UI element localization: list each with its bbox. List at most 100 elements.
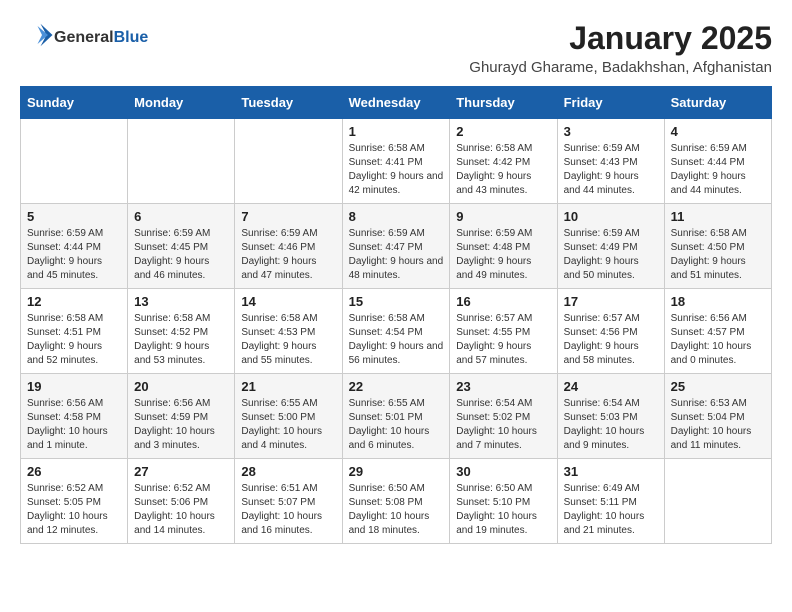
day-info: Sunrise: 6:56 AM Sunset: 4:58 PM Dayligh… xyxy=(27,397,121,453)
calendar-cell: 3 Sunrise: 6:59 AM Sunset: 4:43 PM Daylig… xyxy=(557,119,664,204)
calendar-cell: 7Sunrise: 6:59 AM Sunset: 4:46 PM Daylig… xyxy=(235,204,342,289)
day-number: 2 xyxy=(456,124,550,139)
day-of-week-tuesday: Tuesday xyxy=(235,87,342,119)
calendar-cell: 30 Sunrise: 6:50 AM Sunset: 5:10 PM Dayli… xyxy=(450,459,557,544)
calendar-cell: 19 Sunrise: 6:56 AM Sunset: 4:58 PM Dayli… xyxy=(21,374,128,459)
day-info: Sunrise: 6:59 AM Sunset: 4:43 PM Dayligh… xyxy=(564,142,658,198)
calendar-cell: 16Sunrise: 6:57 AM Sunset: 4:55 PM Dayli… xyxy=(450,289,557,374)
calendar-subtitle: Ghurayd Gharame, Badakhshan, Afghanistan xyxy=(469,59,772,76)
day-info: Sunrise: 6:58 AM Sunset: 4:53 PM Dayligh… xyxy=(241,312,335,368)
day-of-week-saturday: Saturday xyxy=(664,87,771,119)
logo-general-text: GeneralBlue xyxy=(54,29,148,47)
day-info: Sunrise: 6:57 AM Sunset: 4:55 PM Dayligh… xyxy=(456,312,550,368)
day-number: 15 xyxy=(349,294,444,309)
day-number: 28 xyxy=(241,464,335,479)
day-number: 11 xyxy=(671,209,765,224)
day-info: Sunrise: 6:52 AM Sunset: 5:06 PM Dayligh… xyxy=(134,482,228,538)
day-info: Sunrise: 6:50 AM Sunset: 5:08 PM Dayligh… xyxy=(349,482,444,538)
day-of-week-wednesday: Wednesday xyxy=(342,87,450,119)
day-info: Sunrise: 6:59 AM Sunset: 4:44 PM Dayligh… xyxy=(671,142,765,198)
day-number: 10 xyxy=(564,209,658,224)
day-info: Sunrise: 6:55 AM Sunset: 5:00 PM Dayligh… xyxy=(241,397,335,453)
calendar-cell: 8Sunrise: 6:59 AM Sunset: 4:47 PM Daylig… xyxy=(342,204,450,289)
day-number: 22 xyxy=(349,379,444,394)
day-info: Sunrise: 6:51 AM Sunset: 5:07 PM Dayligh… xyxy=(241,482,335,538)
day-number: 17 xyxy=(564,294,658,309)
calendar-cell xyxy=(664,459,771,544)
calendar-title: January 2025 xyxy=(469,20,772,57)
day-number: 30 xyxy=(456,464,550,479)
day-info: Sunrise: 6:58 AM Sunset: 4:41 PM Dayligh… xyxy=(349,142,444,198)
day-info: Sunrise: 6:55 AM Sunset: 5:01 PM Dayligh… xyxy=(349,397,444,453)
calendar-cell: 28 Sunrise: 6:51 AM Sunset: 5:07 PM Dayli… xyxy=(235,459,342,544)
day-info: Sunrise: 6:50 AM Sunset: 5:10 PM Dayligh… xyxy=(456,482,550,538)
page-header: GeneralBlue January 2025 Ghurayd Gharame… xyxy=(20,20,772,76)
day-number: 19 xyxy=(27,379,121,394)
day-info: Sunrise: 6:58 AM Sunset: 4:51 PM Dayligh… xyxy=(27,312,121,368)
calendar-cell: 22 Sunrise: 6:55 AM Sunset: 5:01 PM Dayli… xyxy=(342,374,450,459)
day-of-week-monday: Monday xyxy=(128,87,235,119)
day-number: 21 xyxy=(241,379,335,394)
calendar-cell: 18Sunrise: 6:56 AM Sunset: 4:57 PM Dayli… xyxy=(664,289,771,374)
logo: GeneralBlue xyxy=(20,20,148,55)
day-number: 26 xyxy=(27,464,121,479)
day-info: Sunrise: 6:57 AM Sunset: 4:56 PM Dayligh… xyxy=(564,312,658,368)
calendar-cell: 13Sunrise: 6:58 AM Sunset: 4:52 PM Dayli… xyxy=(128,289,235,374)
day-of-week-thursday: Thursday xyxy=(450,87,557,119)
day-number: 24 xyxy=(564,379,658,394)
day-info: Sunrise: 6:56 AM Sunset: 4:57 PM Dayligh… xyxy=(671,312,765,368)
day-info: Sunrise: 6:54 AM Sunset: 5:03 PM Dayligh… xyxy=(564,397,658,453)
day-of-week-sunday: Sunday xyxy=(21,87,128,119)
day-info: Sunrise: 6:59 AM Sunset: 4:48 PM Dayligh… xyxy=(456,227,550,283)
calendar-cell: 26 Sunrise: 6:52 AM Sunset: 5:05 PM Dayli… xyxy=(21,459,128,544)
day-number: 31 xyxy=(564,464,658,479)
day-info: Sunrise: 6:58 AM Sunset: 4:42 PM Dayligh… xyxy=(456,142,550,198)
day-number: 8 xyxy=(349,209,444,224)
calendar-cell: 17 Sunrise: 6:57 AM Sunset: 4:56 PM Dayli… xyxy=(557,289,664,374)
day-number: 6 xyxy=(134,209,228,224)
calendar-cell xyxy=(21,119,128,204)
calendar-cell: 15 Sunrise: 6:58 AM Sunset: 4:54 PM Dayli… xyxy=(342,289,450,374)
day-info: Sunrise: 6:59 AM Sunset: 4:45 PM Dayligh… xyxy=(134,227,228,283)
day-number: 7 xyxy=(241,209,335,224)
day-info: Sunrise: 6:49 AM Sunset: 5:11 PM Dayligh… xyxy=(564,482,658,538)
day-number: 23 xyxy=(456,379,550,394)
calendar-cell: 20Sunrise: 6:56 AM Sunset: 4:59 PM Dayli… xyxy=(128,374,235,459)
day-info: Sunrise: 6:59 AM Sunset: 4:49 PM Dayligh… xyxy=(564,227,658,283)
week-row-4: 19 Sunrise: 6:56 AM Sunset: 4:58 PM Dayli… xyxy=(21,374,772,459)
day-info: Sunrise: 6:54 AM Sunset: 5:02 PM Dayligh… xyxy=(456,397,550,453)
day-info: Sunrise: 6:59 AM Sunset: 4:44 PM Dayligh… xyxy=(27,227,121,283)
day-number: 25 xyxy=(671,379,765,394)
calendar-cell: 10 Sunrise: 6:59 AM Sunset: 4:49 PM Dayli… xyxy=(557,204,664,289)
calendar-cell: 1Sunrise: 6:58 AM Sunset: 4:41 PM Daylig… xyxy=(342,119,450,204)
day-number: 3 xyxy=(564,124,658,139)
calendar-cell: 9 Sunrise: 6:59 AM Sunset: 4:48 PM Daylig… xyxy=(450,204,557,289)
calendar-cell: 11Sunrise: 6:58 AM Sunset: 4:50 PM Dayli… xyxy=(664,204,771,289)
week-row-3: 12 Sunrise: 6:58 AM Sunset: 4:51 PM Dayli… xyxy=(21,289,772,374)
calendar-cell: 12 Sunrise: 6:58 AM Sunset: 4:51 PM Dayli… xyxy=(21,289,128,374)
day-number: 14 xyxy=(241,294,335,309)
calendar-cell: 31 Sunrise: 6:49 AM Sunset: 5:11 PM Dayli… xyxy=(557,459,664,544)
day-number: 29 xyxy=(349,464,444,479)
calendar-cell xyxy=(235,119,342,204)
calendar-cell xyxy=(128,119,235,204)
week-row-5: 26 Sunrise: 6:52 AM Sunset: 5:05 PM Dayli… xyxy=(21,459,772,544)
day-info: Sunrise: 6:58 AM Sunset: 4:54 PM Dayligh… xyxy=(349,312,444,368)
day-info: Sunrise: 6:52 AM Sunset: 5:05 PM Dayligh… xyxy=(27,482,121,538)
calendar-cell: 6 Sunrise: 6:59 AM Sunset: 4:45 PM Daylig… xyxy=(128,204,235,289)
calendar-cell: 4 Sunrise: 6:59 AM Sunset: 4:44 PM Daylig… xyxy=(664,119,771,204)
title-section: January 2025 Ghurayd Gharame, Badakhshan… xyxy=(469,20,772,76)
calendar-cell: 29 Sunrise: 6:50 AM Sunset: 5:08 PM Dayli… xyxy=(342,459,450,544)
week-row-2: 5 Sunrise: 6:59 AM Sunset: 4:44 PM Daylig… xyxy=(21,204,772,289)
day-number: 27 xyxy=(134,464,228,479)
days-of-week-row: SundayMondayTuesdayWednesdayThursdayFrid… xyxy=(21,87,772,119)
calendar-cell: 24 Sunrise: 6:54 AM Sunset: 5:03 PM Dayli… xyxy=(557,374,664,459)
calendar-cell: 23 Sunrise: 6:54 AM Sunset: 5:02 PM Dayli… xyxy=(450,374,557,459)
calendar-cell: 5 Sunrise: 6:59 AM Sunset: 4:44 PM Daylig… xyxy=(21,204,128,289)
logo-icon xyxy=(24,20,54,50)
day-number: 12 xyxy=(27,294,121,309)
day-number: 4 xyxy=(671,124,765,139)
day-number: 9 xyxy=(456,209,550,224)
calendar-cell: 2 Sunrise: 6:58 AM Sunset: 4:42 PM Daylig… xyxy=(450,119,557,204)
day-number: 5 xyxy=(27,209,121,224)
